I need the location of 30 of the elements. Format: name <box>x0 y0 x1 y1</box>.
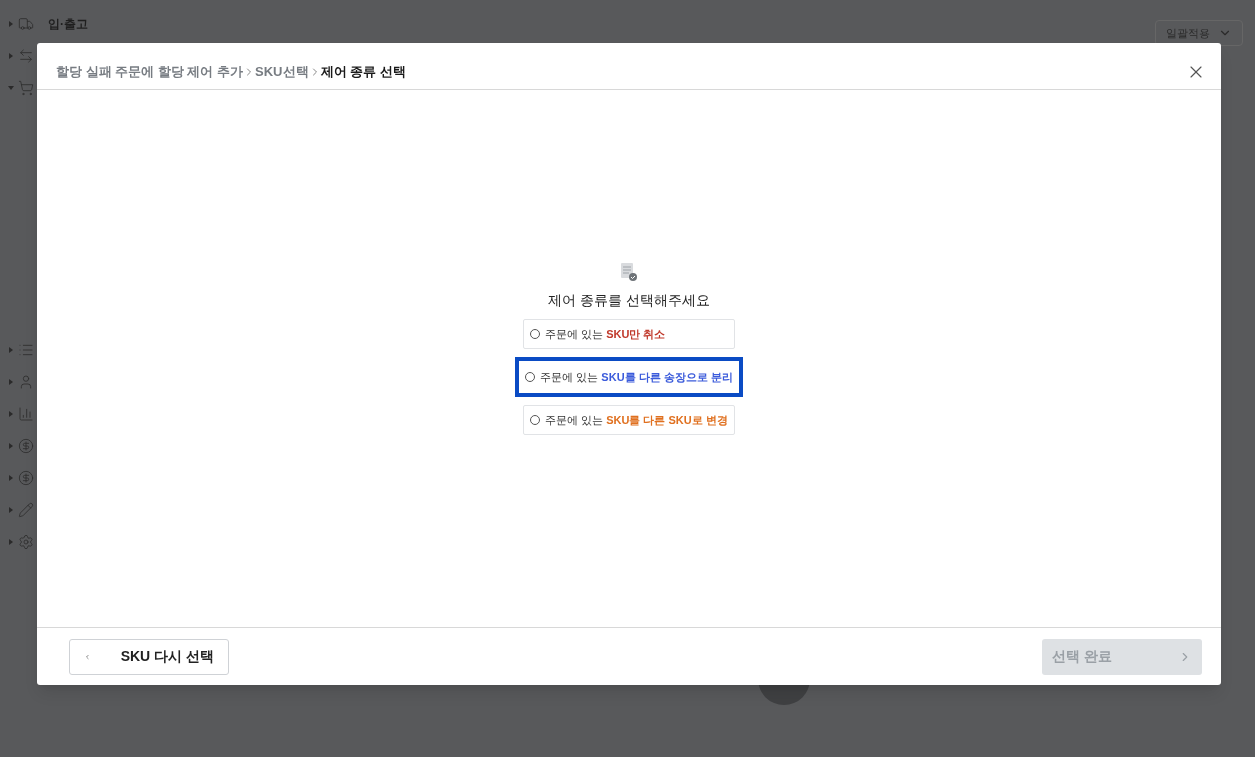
truck-icon[interactable] <box>18 16 34 32</box>
back-button[interactable]: SKU 다시 선택 <box>69 638 229 675</box>
caret-right-icon[interactable] <box>8 21 14 27</box>
caret-right-icon[interactable] <box>8 411 14 417</box>
currency-icon[interactable] <box>18 470 34 486</box>
document-check-icon <box>620 262 638 282</box>
pencil-icon[interactable] <box>18 502 34 518</box>
option-button[interactable]: 주문에 있는 SKU를 다른 SKU로 변경 <box>523 405 735 435</box>
breadcrumb-item[interactable]: SKU선택 <box>255 62 309 82</box>
cart-icon[interactable] <box>18 80 34 96</box>
settings-icon[interactable] <box>18 534 34 550</box>
caret-right-icon[interactable] <box>8 507 14 513</box>
caret-down-icon[interactable] <box>8 85 14 91</box>
bar-chart-icon[interactable] <box>18 406 34 422</box>
option-button[interactable]: 주문에 있는 SKU를 다른 송장으로 분리 <box>515 357 743 397</box>
currency-icon[interactable] <box>18 438 34 454</box>
prompt-title: 제어 종류를 선택해주세요 <box>548 291 710 310</box>
person-icon[interactable] <box>18 374 34 390</box>
caret-right-icon[interactable] <box>8 347 14 353</box>
option-button[interactable]: 주문에 있는 SKU만 취소 <box>523 319 735 349</box>
list-icon[interactable] <box>18 342 34 358</box>
swap-icon[interactable] <box>18 48 34 64</box>
caret-right-icon[interactable] <box>8 443 14 449</box>
caret-right-icon[interactable] <box>8 379 14 385</box>
caret-right-icon[interactable] <box>8 475 14 481</box>
breadcrumb-item[interactable]: 할당 실패 주문에 할당 제어 추가 <box>56 62 244 82</box>
caret-right-icon[interactable] <box>8 53 14 59</box>
sidebar-item[interactable]: 입·출고 <box>48 15 88 33</box>
caret-right-icon[interactable] <box>8 539 14 545</box>
breadcrumb-item: 제어 종류 선택 <box>320 63 406 82</box>
